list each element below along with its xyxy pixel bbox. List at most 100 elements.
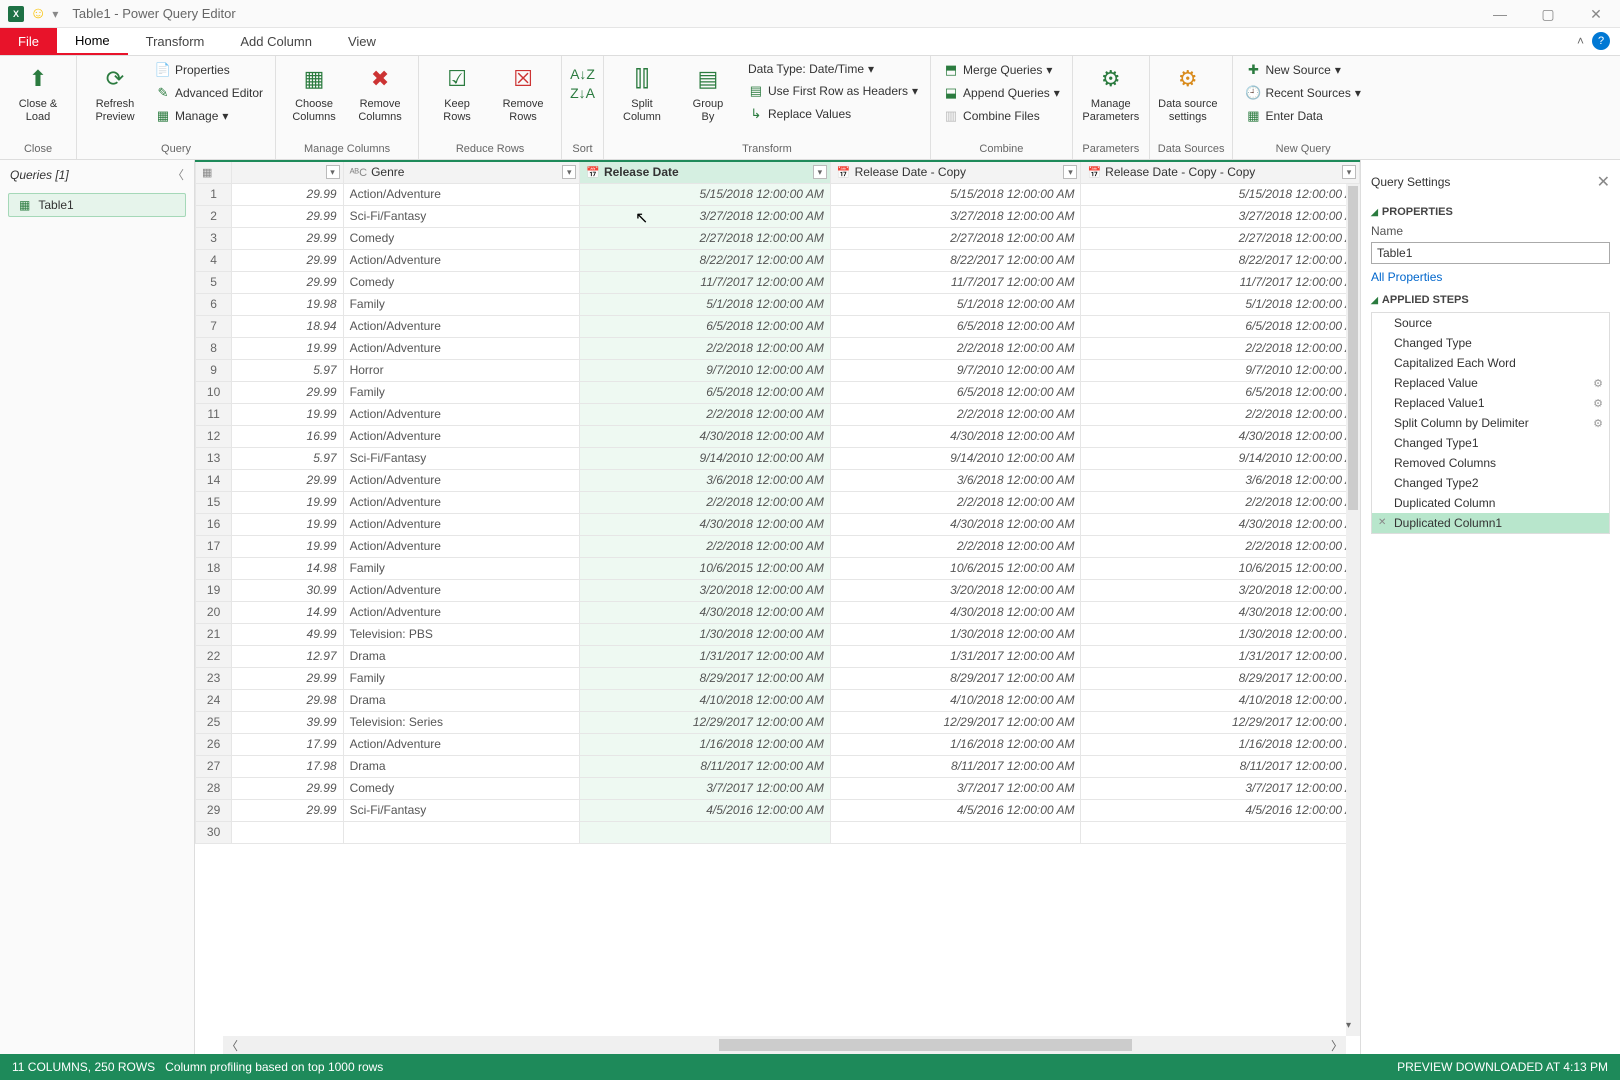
applied-step[interactable]: Replaced Value1⚙ <box>1372 393 1609 413</box>
manage-parameters-button[interactable]: ⚙ManageParameters <box>1081 60 1141 124</box>
smiley-icon[interactable]: ☺ <box>30 5 46 23</box>
table-row[interactable]: 819.99Action/Adventure2/2/2018 12:00:00 … <box>196 337 1360 359</box>
all-properties-link[interactable]: All Properties <box>1371 270 1442 284</box>
new-source-button[interactable]: ✚New Source ▾ <box>1241 60 1364 80</box>
applied-step[interactable]: Removed Columns <box>1372 453 1609 473</box>
table-row[interactable]: 129.99Action/Adventure5/15/2018 12:00:00… <box>196 183 1360 205</box>
group-close: Close <box>8 141 68 155</box>
table-row[interactable]: 718.94Action/Adventure6/5/2018 12:00:00 … <box>196 315 1360 337</box>
properties-section[interactable]: PROPERTIES <box>1371 206 1610 218</box>
tab-home[interactable]: Home <box>57 28 128 55</box>
table-row[interactable]: 1930.99Action/Adventure3/20/2018 12:00:0… <box>196 579 1360 601</box>
maximize-button[interactable]: ▢ <box>1530 2 1566 26</box>
remove-rows-button[interactable]: ☒RemoveRows <box>493 60 553 124</box>
enter-data-button[interactable]: ▦Enter Data <box>1241 106 1364 126</box>
replace-values-button[interactable]: ↳Replace Values <box>744 104 922 124</box>
table-row[interactable]: 2929.99Sci-Fi/Fantasy4/5/2016 12:00:00 A… <box>196 799 1360 821</box>
help-icon[interactable]: ? <box>1592 32 1610 50</box>
vertical-scrollbar[interactable]: ▴▾ <box>1346 184 1360 1036</box>
applied-step[interactable]: Changed Type <box>1372 333 1609 353</box>
keep-rows-button[interactable]: ☑KeepRows <box>427 60 487 124</box>
gear-icon[interactable]: ⚙ <box>1593 377 1603 390</box>
advanced-editor-button[interactable]: ✎Advanced Editor <box>151 83 267 103</box>
table-row[interactable]: 95.97Horror9/7/2010 12:00:00 AM9/7/2010 … <box>196 359 1360 381</box>
merge-queries-button[interactable]: ⬒Merge Queries ▾ <box>939 60 1064 80</box>
tab-view[interactable]: View <box>330 28 394 55</box>
dropdown-icon[interactable]: ▾ <box>52 7 58 21</box>
properties-button[interactable]: 📄Properties <box>151 60 267 80</box>
table-row[interactable]: 329.99Comedy2/27/2018 12:00:00 AM2/27/20… <box>196 227 1360 249</box>
table-row[interactable]: 2014.99Action/Adventure4/30/2018 12:00:0… <box>196 601 1360 623</box>
applied-step[interactable]: Duplicated Column <box>1372 493 1609 513</box>
minimize-button[interactable]: — <box>1482 2 1518 26</box>
table-row[interactable]: 2212.97Drama1/31/2017 12:00:00 AM1/31/20… <box>196 645 1360 667</box>
applied-step[interactable]: Duplicated Column1✕ <box>1372 513 1609 533</box>
table-row[interactable]: 2829.99Comedy3/7/2017 12:00:00 AM3/7/201… <box>196 777 1360 799</box>
collapse-queries-icon[interactable]: 〈 <box>172 166 184 183</box>
first-row-headers-button[interactable]: ▤Use First Row as Headers ▾ <box>744 81 922 101</box>
applied-step[interactable]: Source <box>1372 313 1609 333</box>
table-row[interactable]: 529.99Comedy11/7/2017 12:00:00 AM11/7/20… <box>196 271 1360 293</box>
collapse-ribbon-icon[interactable]: ˄ <box>1577 34 1584 48</box>
column-header-release-date-copy[interactable]: 📅Release Date - Copy▾ <box>830 161 1081 183</box>
applied-step[interactable]: Changed Type2 <box>1372 473 1609 493</box>
table-row[interactable]: 2617.99Action/Adventure1/16/2018 12:00:0… <box>196 733 1360 755</box>
table-row[interactable]: 135.97Sci-Fi/Fantasy9/14/2010 12:00:00 A… <box>196 447 1360 469</box>
corner-cell[interactable]: ▦ <box>196 161 232 183</box>
data-type-button[interactable]: Data Type: Date/Time ▾ <box>744 60 922 78</box>
name-label: Name <box>1371 224 1403 238</box>
table-row[interactable]: 229.99Sci-Fi/Fantasy3/27/2018 12:00:00 A… <box>196 205 1360 227</box>
group-combine: Combine <box>939 141 1064 155</box>
recent-sources-button[interactable]: 🕘Recent Sources ▾ <box>1241 83 1364 103</box>
choose-columns-button[interactable]: ▦ChooseColumns <box>284 60 344 124</box>
table-row[interactable]: 1216.99Action/Adventure4/30/2018 12:00:0… <box>196 425 1360 447</box>
applied-step[interactable]: Changed Type1 <box>1372 433 1609 453</box>
remove-columns-button[interactable]: ✖RemoveColumns <box>350 60 410 124</box>
table-row[interactable]: 1119.99Action/Adventure2/2/2018 12:00:00… <box>196 403 1360 425</box>
group-by-button[interactable]: ▤GroupBy <box>678 60 738 124</box>
table-row[interactable]: 619.98Family5/1/2018 12:00:00 AM5/1/2018… <box>196 293 1360 315</box>
data-grid[interactable]: ▦ ▾ ᴬᴮCGenre▾ 📅Release Date▾ 📅Release Da… <box>195 160 1360 1054</box>
table-row[interactable]: 1429.99Action/Adventure3/6/2018 12:00:00… <box>196 469 1360 491</box>
table-row[interactable]: 1519.99Action/Adventure2/2/2018 12:00:00… <box>196 491 1360 513</box>
delete-step-icon[interactable]: ✕ <box>1378 517 1386 528</box>
tab-file[interactable]: File <box>0 28 57 55</box>
gear-icon[interactable]: ⚙ <box>1593 397 1603 410</box>
column-header-price[interactable]: ▾ <box>232 161 343 183</box>
table-row[interactable]: 30 <box>196 821 1360 843</box>
tab-add-column[interactable]: Add Column <box>222 28 330 55</box>
split-column-button[interactable]: ⫿⫿SplitColumn <box>612 60 672 124</box>
table-row[interactable]: 1719.99Action/Adventure2/2/2018 12:00:00… <box>196 535 1360 557</box>
tab-transform[interactable]: Transform <box>128 28 223 55</box>
table-row[interactable]: 2429.98Drama4/10/2018 12:00:00 AM4/10/20… <box>196 689 1360 711</box>
applied-step[interactable]: Capitalized Each Word <box>1372 353 1609 373</box>
table-row[interactable]: 2717.98Drama8/11/2017 12:00:00 AM8/11/20… <box>196 755 1360 777</box>
table-row[interactable]: 2149.99Television: PBS1/30/2018 12:00:00… <box>196 623 1360 645</box>
query-item-table1[interactable]: ▦Table1 <box>8 193 186 217</box>
gear-icon[interactable]: ⚙ <box>1593 417 1603 430</box>
manage-button[interactable]: ▦Manage ▾ <box>151 106 267 126</box>
close-button[interactable]: ✕ <box>1578 2 1614 26</box>
close-settings-icon[interactable]: ✕ <box>1597 172 1610 192</box>
query-name-input[interactable] <box>1371 242 1610 264</box>
column-header-release-date[interactable]: 📅Release Date▾ <box>580 161 831 183</box>
applied-steps-section[interactable]: APPLIED STEPS <box>1371 294 1610 306</box>
append-queries-button[interactable]: ⬓Append Queries ▾ <box>939 83 1064 103</box>
close-load-button[interactable]: ⬆Close &Load <box>8 60 68 124</box>
sort-desc-icon[interactable]: Z↓A <box>570 85 595 101</box>
table-row[interactable]: 1619.99Action/Adventure4/30/2018 12:00:0… <box>196 513 1360 535</box>
applied-step[interactable]: Split Column by Delimiter⚙ <box>1372 413 1609 433</box>
refresh-preview-button[interactable]: ⟳RefreshPreview <box>85 60 145 124</box>
data-source-settings-button[interactable]: ⚙Data sourcesettings <box>1158 60 1218 124</box>
sort-asc-icon[interactable]: A↓Z <box>570 66 595 82</box>
table-row[interactable]: 1814.98Family10/6/2015 12:00:00 AM10/6/2… <box>196 557 1360 579</box>
table-row[interactable]: 2329.99Family8/29/2017 12:00:00 AM8/29/2… <box>196 667 1360 689</box>
column-header-genre[interactable]: ᴬᴮCGenre▾ <box>343 161 580 183</box>
column-header-release-date-copy-copy[interactable]: 📅Release Date - Copy - Copy▾ <box>1081 161 1360 183</box>
table-row[interactable]: 2539.99Television: Series12/29/2017 12:0… <box>196 711 1360 733</box>
horizontal-scrollbar[interactable]: 〈〉 <box>223 1036 1346 1054</box>
applied-step[interactable]: Replaced Value⚙ <box>1372 373 1609 393</box>
window-title: Table1 - Power Query Editor <box>72 6 235 21</box>
table-row[interactable]: 1029.99Family6/5/2018 12:00:00 AM6/5/201… <box>196 381 1360 403</box>
table-row[interactable]: 429.99Action/Adventure8/22/2017 12:00:00… <box>196 249 1360 271</box>
